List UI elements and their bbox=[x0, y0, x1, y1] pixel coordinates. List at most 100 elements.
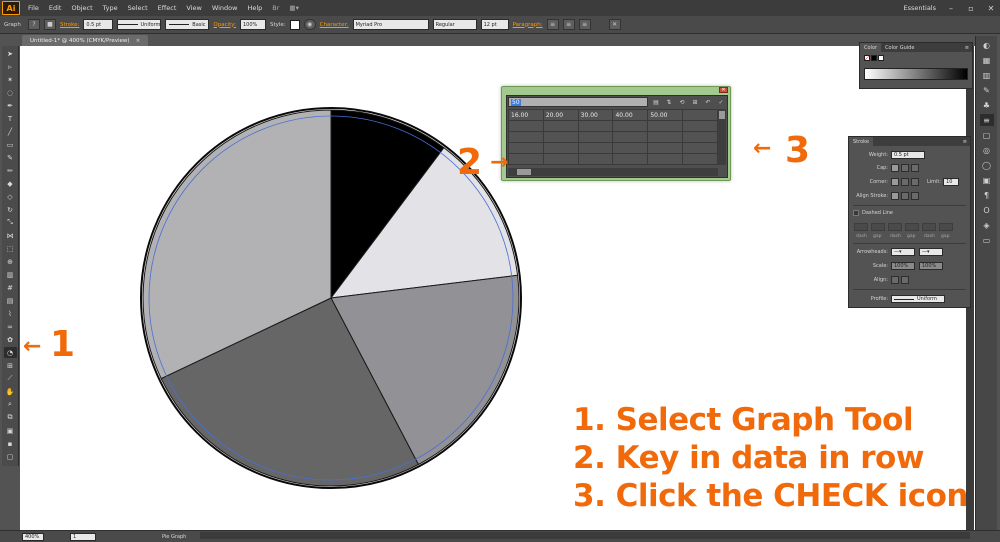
menu-view[interactable]: View bbox=[181, 4, 206, 12]
data-cell[interactable] bbox=[647, 131, 684, 143]
artboards-icon[interactable]: ▭ bbox=[980, 234, 994, 246]
free-transform-tool-icon[interactable]: ⬚ bbox=[4, 243, 17, 254]
round-cap-button[interactable] bbox=[901, 164, 909, 172]
swatches-icon[interactable]: ▥ bbox=[980, 69, 994, 81]
recolor-artwork-icon[interactable]: ◉ bbox=[303, 19, 316, 30]
data-cell[interactable] bbox=[612, 120, 649, 132]
data-cell[interactable]: 30.00 bbox=[577, 109, 614, 121]
stroke-panel-icon[interactable]: ≡ bbox=[979, 114, 994, 126]
data-cell[interactable] bbox=[682, 109, 718, 121]
stroke-panel-link[interactable]: Stroke: bbox=[60, 22, 79, 28]
rotate-tool-icon[interactable]: ↻ bbox=[4, 204, 17, 215]
hand-tool-icon[interactable]: ✋ bbox=[4, 386, 17, 397]
font-family-field[interactable]: Myriad Pro bbox=[352, 19, 429, 30]
dashed-line-checkbox[interactable] bbox=[853, 210, 859, 216]
gap-field-1[interactable] bbox=[871, 223, 885, 231]
data-cell[interactable] bbox=[647, 142, 684, 154]
data-cell[interactable]: 40.00 bbox=[612, 109, 649, 121]
bevel-join-button[interactable] bbox=[911, 178, 919, 186]
miter-limit-input[interactable]: 10 bbox=[943, 178, 960, 186]
tab-color-guide[interactable]: Color Guide bbox=[881, 43, 918, 52]
gradient-icon[interactable]: ▢ bbox=[980, 129, 994, 141]
apply-check-icon[interactable]: ✓ bbox=[716, 98, 726, 107]
data-cell[interactable] bbox=[682, 131, 718, 143]
perspective-grid-tool-icon[interactable]: ▥ bbox=[4, 269, 17, 280]
variable-width-profile[interactable]: Uniform bbox=[117, 19, 162, 30]
scale-tool-icon[interactable]: ⤡ bbox=[4, 217, 17, 228]
black-swatch[interactable] bbox=[871, 55, 877, 61]
menu-type[interactable]: Type bbox=[98, 4, 123, 12]
data-cell[interactable]: 20.00 bbox=[542, 109, 579, 121]
paragraph-link[interactable]: Paragraph: bbox=[513, 22, 543, 28]
artboard-navigation-field[interactable]: 1 bbox=[70, 532, 96, 541]
opacity-field[interactable]: 100% bbox=[240, 19, 266, 30]
pie-graph-tool-icon[interactable]: ◔ bbox=[3, 347, 17, 358]
selection-tool-icon[interactable]: ➤ bbox=[4, 48, 17, 59]
color-spectrum-ramp[interactable] bbox=[864, 68, 968, 80]
slice-tool-icon[interactable]: ⟋ bbox=[4, 373, 17, 384]
eyedropper-tool-icon[interactable]: ⌇ bbox=[4, 308, 17, 319]
align-center-button[interactable] bbox=[891, 192, 899, 200]
dash-field-1[interactable] bbox=[854, 223, 868, 231]
gap-field-3[interactable] bbox=[939, 223, 953, 231]
transparency-icon[interactable]: ◎ bbox=[980, 144, 994, 156]
data-cell[interactable] bbox=[542, 153, 579, 165]
menu-file[interactable]: File bbox=[23, 4, 44, 12]
data-cell[interactable] bbox=[612, 131, 649, 143]
rectangle-tool-icon[interactable]: ▭ bbox=[4, 139, 17, 150]
round-join-button[interactable] bbox=[901, 178, 909, 186]
arrow-align-end-button[interactable] bbox=[901, 276, 909, 284]
transpose-icon[interactable]: ⇅ bbox=[664, 98, 674, 107]
shape-builder-tool-icon[interactable]: ⊕ bbox=[4, 256, 17, 267]
font-style-field[interactable]: Regular bbox=[432, 19, 477, 30]
data-cell[interactable]: 50.00 bbox=[647, 109, 684, 121]
projecting-cap-button[interactable] bbox=[911, 164, 919, 172]
data-cell[interactable] bbox=[577, 153, 614, 165]
fill-stroke-icon[interactable]: ▣ bbox=[4, 425, 17, 436]
menu-select[interactable]: Select bbox=[123, 4, 153, 12]
graph-data-entry-value[interactable]: 50 bbox=[511, 98, 521, 106]
align-right-icon[interactable]: ≡ bbox=[578, 19, 591, 30]
graph-data-entry-field[interactable]: 50 bbox=[508, 97, 648, 107]
graph-data-window[interactable]: ✕ 50 ▤ ⇅ ⟲ ⊞ ↶ ✓ 16.00 20.00 30.00 40.00… bbox=[501, 86, 731, 181]
arrow-align-tip-button[interactable] bbox=[891, 276, 899, 284]
paragraph-icon[interactable]: ¶ bbox=[980, 189, 994, 201]
panel-menu-icon[interactable]: ≡ bbox=[963, 139, 970, 145]
data-cell[interactable] bbox=[577, 142, 614, 154]
tab-color[interactable]: Color bbox=[860, 43, 882, 52]
default-fill-stroke-icon[interactable]: ⧉ bbox=[4, 412, 17, 423]
butt-cap-button[interactable] bbox=[891, 164, 899, 172]
paintbrush-tool-icon[interactable]: ✎ bbox=[4, 152, 17, 163]
color-panel-icon[interactable]: ◐ bbox=[980, 39, 994, 51]
mesh-tool-icon[interactable]: # bbox=[4, 282, 17, 293]
data-cell[interactable] bbox=[612, 142, 649, 154]
document-tab[interactable]: Untitled-1* @ 400% (CMYK/Preview) × bbox=[22, 35, 149, 46]
lasso-tool-icon[interactable]: ◌ bbox=[4, 87, 17, 98]
scroll-thumb[interactable] bbox=[517, 169, 531, 175]
dash-field-3[interactable] bbox=[922, 223, 936, 231]
graph-data-titlebar[interactable] bbox=[502, 87, 730, 93]
graph-data-horizontal-scrollbar[interactable] bbox=[508, 168, 718, 176]
fill-swatch[interactable]: ? bbox=[28, 19, 40, 30]
tab-stroke[interactable]: Stroke bbox=[849, 137, 873, 146]
menu-edit[interactable]: Edit bbox=[44, 4, 67, 12]
font-size-field[interactable]: 12 pt bbox=[480, 19, 509, 30]
appearance-icon[interactable]: ◯ bbox=[980, 159, 994, 171]
data-cell[interactable] bbox=[542, 131, 579, 143]
graphic-style-swatch[interactable] bbox=[289, 19, 300, 30]
import-data-icon[interactable]: ▤ bbox=[651, 98, 661, 107]
width-tool-icon[interactable]: ⋈ bbox=[4, 230, 17, 241]
align-left-icon[interactable]: ≡ bbox=[546, 19, 559, 30]
type-tool-icon[interactable]: T bbox=[4, 113, 17, 124]
data-cell[interactable] bbox=[542, 142, 579, 154]
workspace-switcher[interactable]: Essentials bbox=[903, 4, 936, 12]
color-mode-icon[interactable]: ▪ bbox=[4, 438, 17, 449]
pencil-tool-icon[interactable]: ✏ bbox=[4, 165, 17, 176]
isolate-selection-icon[interactable]: ✕ bbox=[608, 19, 621, 30]
stroke-weight-input[interactable]: 0.5 pt bbox=[891, 151, 925, 159]
profile-select[interactable]: Uniform bbox=[891, 295, 945, 303]
dash-field-2[interactable] bbox=[888, 223, 902, 231]
minimize-icon[interactable]: – bbox=[946, 4, 956, 13]
blend-tool-icon[interactable]: ∞ bbox=[4, 321, 17, 332]
menu-help[interactable]: Help bbox=[242, 4, 267, 12]
